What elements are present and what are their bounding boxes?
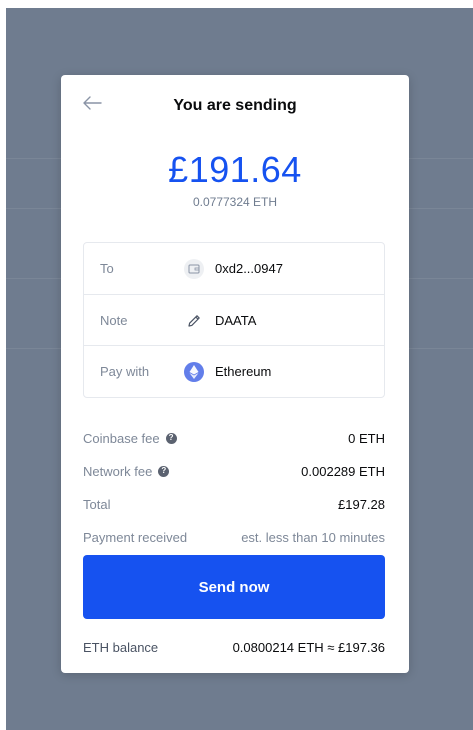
fee-value: 0.002289 ETH (301, 463, 385, 479)
detail-row-to: To 0xd2...0947 (84, 243, 384, 294)
send-confirmation-modal: You are sending £191.64 0.0777324 ETH To… (61, 75, 409, 673)
detail-label: Note (100, 313, 128, 328)
fee-row-coinbase: Coinbase fee ? 0 ETH (83, 428, 385, 448)
fee-row-payment-received: Payment received est. less than 10 minut… (83, 527, 385, 547)
send-now-button[interactable]: Send now (83, 555, 385, 619)
modal-title: You are sending (173, 97, 297, 114)
payment-eta: est. less than 10 minutes (241, 529, 385, 545)
note-value: DAATA (215, 313, 257, 328)
transaction-details: To 0xd2...0947 Note DAATA Pay with Ether… (83, 242, 385, 398)
eth-balance-row: ETH balance 0.0800214 ETH ≈ £197.36 (83, 637, 385, 657)
balance-label: ETH balance (83, 639, 159, 655)
send-amount-fiat: £191.64 (168, 149, 302, 190)
wallet-icon (184, 258, 204, 279)
recipient-address: 0xd2...0947 (215, 261, 283, 276)
help-icon[interactable]: ? (158, 465, 170, 477)
fee-summary: Coinbase fee ? 0 ETH Network fee ? 0.002… (83, 428, 385, 548)
send-amount-crypto: 0.0777324 ETH (192, 195, 278, 209)
detail-row-note[interactable]: Note DAATA (84, 294, 384, 346)
total-value: £197.28 (338, 496, 385, 512)
fee-value: 0 ETH (348, 430, 385, 446)
ethereum-icon (184, 361, 204, 382)
pencil-icon[interactable] (184, 311, 204, 331)
fee-row-network: Network fee ? 0.002289 ETH (83, 461, 385, 481)
payment-method: Ethereum (215, 364, 272, 379)
fee-row-total: Total £197.28 (83, 494, 385, 514)
fee-label: Coinbase fee (83, 430, 160, 446)
detail-label: To (100, 261, 114, 276)
fee-label: Payment received (83, 529, 188, 545)
modal-backdrop: You are sending £191.64 0.0777324 ETH To… (6, 8, 473, 730)
fee-label: Network fee (83, 463, 153, 479)
balance-value: 0.0800214 ETH ≈ £197.36 (232, 639, 385, 655)
fee-label: Total (83, 496, 111, 512)
help-icon[interactable]: ? (165, 432, 177, 444)
detail-row-pay-with[interactable]: Pay with Ethereum (84, 345, 384, 397)
detail-label: Pay with (100, 364, 150, 379)
